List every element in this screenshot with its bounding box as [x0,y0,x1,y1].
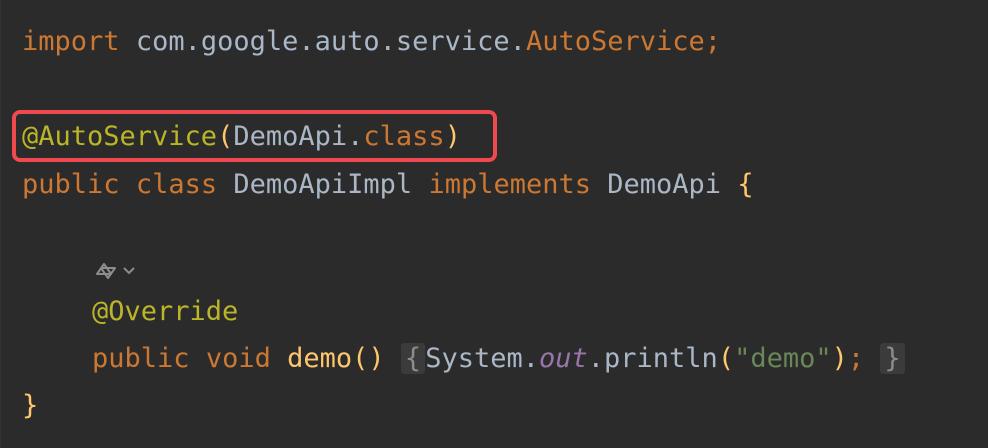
void-keyword: void [205,343,271,374]
implements-keyword: implements [428,169,591,200]
import-package: com.google.auto.service. [135,26,526,57]
override-annotation[interactable]: @Override [92,296,238,327]
import-class[interactable]: AutoService [526,26,705,57]
import-keyword: import [22,26,120,57]
println-close-paren: ) [831,343,848,374]
println-open-paren: ( [717,343,735,374]
string-literal: "demo" [734,343,832,374]
class-close-line[interactable]: } [22,386,38,426]
fold-open-brace[interactable]: { [400,343,426,374]
implementation-hint[interactable] [93,258,135,284]
method-parens: () [352,343,385,374]
method-public-keyword: public [92,343,190,374]
code-editor[interactable]: import com.google.auto.service.AutoServi… [0,0,988,448]
class-keyword: class [135,169,218,200]
import-line[interactable]: import com.google.auto.service.AutoServi… [22,22,721,62]
system-class[interactable]: System. [425,343,539,374]
public-keyword: public [22,169,120,200]
class-declaration-line[interactable]: public class DemoApiImpl implements Demo… [22,165,754,205]
class-name[interactable]: DemoApiImpl [233,169,412,200]
println-method[interactable]: .println [588,343,718,374]
highlight-box [12,110,497,162]
interface-name[interactable]: DemoApi [607,169,721,200]
override-annotation-line[interactable]: @Override [92,292,238,332]
fold-close-brace[interactable]: } [880,343,905,374]
method-name[interactable]: demo [287,343,352,374]
class-close-brace: } [22,390,39,421]
gutter-divider [0,0,1,448]
statement-semicolon: ; [847,343,865,374]
out-field[interactable]: out [539,343,588,374]
implementation-gutter-icon[interactable] [93,260,119,282]
import-semicolon: ; [704,26,722,57]
class-open-brace: { [737,169,754,200]
method-line[interactable]: public void demo() {System.out.println("… [92,339,905,379]
chevron-down-icon[interactable] [123,266,135,276]
